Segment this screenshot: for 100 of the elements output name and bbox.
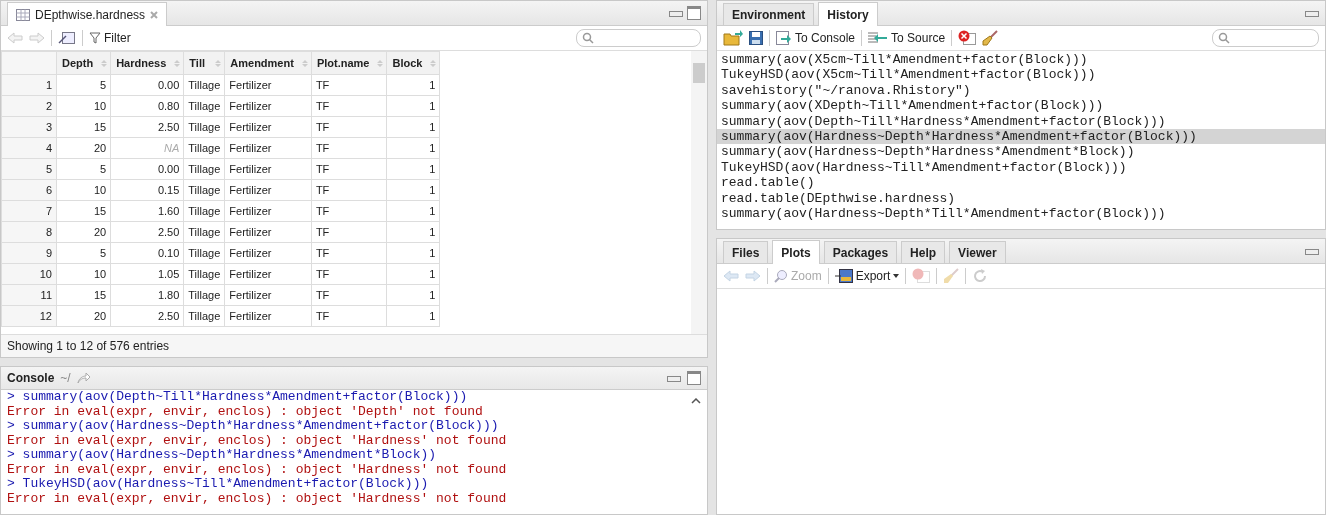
pane-tab[interactable]: Help [901, 241, 946, 263]
sort-icon[interactable] [377, 58, 384, 68]
remove-icon[interactable] [958, 30, 977, 46]
pane-tab[interactable]: Plots [772, 240, 820, 264]
console-line: Error in eval(expr, envir, enclos) : object 'Hardness' not found [7, 433, 508, 448]
console-line: > TukeyHSD(aov(Hardness~Till*Amendment+factor(Block))) [7, 477, 430, 492]
table-cell: Tillage [183, 158, 225, 180]
history-entry[interactable]: summary(aov(Hardness~Depth*Till*Amendment+factor(Block))) [717, 206, 1325, 222]
table-cell: 20 [56, 305, 111, 327]
history-entry[interactable]: savehistory("~/ranova.Rhistory") [717, 82, 1325, 99]
table-cell: TF [311, 116, 387, 138]
table-cell: TF [311, 284, 387, 306]
forward-icon[interactable] [745, 270, 761, 282]
table-cell: TF [311, 158, 387, 180]
table-cell: Fertilizer [224, 179, 312, 201]
table-cell: Tillage [183, 305, 225, 327]
save-icon[interactable] [749, 31, 763, 45]
table-cell: 10 [56, 95, 111, 117]
table-cell: 1.80 [110, 284, 184, 306]
sort-icon[interactable] [215, 58, 222, 68]
table-cell: 20 [56, 221, 111, 243]
arrow-icon[interactable] [76, 372, 91, 384]
scrollbar[interactable] [691, 51, 707, 334]
table-cell: 1 [386, 284, 440, 306]
table-cell: 15 [56, 200, 111, 222]
minimize-icon[interactable] [1305, 247, 1319, 255]
console-line: Error in eval(expr, envir, enclos) : object 'Hardness' not found [7, 491, 508, 506]
sort-icon[interactable] [101, 58, 108, 68]
pane-tab[interactable]: Packages [823, 241, 898, 263]
table-cell: TF [311, 263, 387, 285]
history-entry[interactable]: TukeyHSD(aov(X5cm~Till*Amendment+factor(Block))) [717, 67, 1325, 83]
table-cell: TF [311, 305, 387, 327]
table-cell: 10 [56, 179, 111, 201]
pane-tab[interactable]: Environment [723, 3, 815, 25]
sort-icon[interactable] [430, 58, 437, 68]
table-cell: 1 [386, 158, 440, 180]
table-cell: Fertilizer [224, 200, 312, 222]
pane-tab[interactable]: Viewer [949, 241, 1006, 263]
table-cell: TF [311, 200, 387, 222]
table-cell: 15 [56, 116, 111, 138]
refresh-icon[interactable] [972, 268, 989, 284]
folder-icon[interactable] [723, 30, 743, 46]
history-entry[interactable]: summary(aov(X5cm~Till*Amendment+factor(Block))) [717, 52, 1325, 68]
funnel-icon [89, 32, 101, 44]
table-cell: TF [311, 179, 387, 201]
pane-tab[interactable]: History [818, 2, 878, 26]
table-cell: Fertilizer [224, 95, 312, 117]
search-field[interactable] [576, 29, 701, 47]
history-entry[interactable]: summary(aov(Hardness~Depth*Hardness*Amendment+factor(Block))) [717, 129, 1325, 145]
forward-icon[interactable] [29, 32, 45, 44]
table-cell: Fertilizer [224, 242, 312, 264]
table-cell: 1 [386, 179, 440, 201]
back-icon[interactable] [7, 32, 23, 44]
filter-button[interactable]: Filter [89, 31, 131, 45]
history-entry[interactable]: summary(aov(Depth~Till*Hardness*Amendment+factor(Block))) [717, 113, 1325, 130]
column-title: Plot.name [316, 57, 370, 69]
maximize-icon[interactable] [687, 371, 701, 385]
sort-icon[interactable] [301, 58, 308, 68]
close-icon[interactable] [150, 10, 159, 19]
to-source-button[interactable]: To Source [868, 31, 946, 45]
search-field[interactable] [1212, 29, 1319, 47]
table-cell: 10 [56, 263, 111, 285]
console-title: Console [7, 371, 55, 385]
minimize-icon[interactable] [667, 374, 681, 382]
maximize-icon[interactable] [687, 6, 701, 20]
row-number: 12 [1, 305, 57, 327]
history-entry[interactable]: summary(aov(Hardness~Depth*Hardness*Amendment*Block)) [717, 144, 1325, 160]
tab-title: DEpthwise.hardness [35, 7, 146, 22]
table-cell: Fertilizer [224, 284, 312, 306]
to-console-button[interactable]: To Console [776, 31, 856, 45]
history-entry[interactable]: read.table(DEpthwise.hardness) [717, 190, 1325, 207]
table-cell: TF [311, 95, 387, 117]
table-cell: 1.05 [110, 263, 184, 285]
table-cell: 1 [386, 200, 440, 222]
history-entry[interactable]: TukeyHSD(aov(Hardness~Till*Amendment+factor(Block))) [717, 159, 1325, 176]
scroll-up-icon[interactable] [691, 398, 701, 404]
caret-icon [893, 274, 900, 278]
table-cell: Fertilizer [224, 116, 312, 138]
table-cell: 1 [386, 305, 440, 327]
export-button[interactable]: Export [834, 269, 900, 283]
table-cell: Fertilizer [224, 221, 312, 243]
file-tab[interactable]: DEpthwise.hardness [7, 2, 168, 26]
table-cell: 0.00 [110, 74, 184, 96]
history-entry[interactable]: summary(aov(XDepth~Till*Amendment+factor(Block))) [717, 98, 1325, 114]
minimize-icon[interactable] [1305, 9, 1319, 17]
table-cell: 1 [386, 242, 440, 264]
magnifier-icon [774, 269, 788, 283]
back-icon[interactable] [723, 270, 739, 282]
column-title: Hardness [116, 57, 167, 69]
table-cell: 1 [386, 74, 440, 96]
row-number: 1 [1, 74, 57, 96]
popout-icon[interactable] [58, 31, 76, 45]
pane-tab[interactable]: Files [723, 241, 769, 263]
column-title: Till [189, 57, 205, 69]
sort-icon[interactable] [174, 58, 181, 68]
broom-icon[interactable] [982, 30, 999, 46]
history-entry[interactable]: read.table() [717, 175, 1325, 191]
minimize-icon[interactable] [669, 9, 683, 17]
row-number: 8 [1, 221, 57, 243]
table-cell: 1 [386, 116, 440, 138]
